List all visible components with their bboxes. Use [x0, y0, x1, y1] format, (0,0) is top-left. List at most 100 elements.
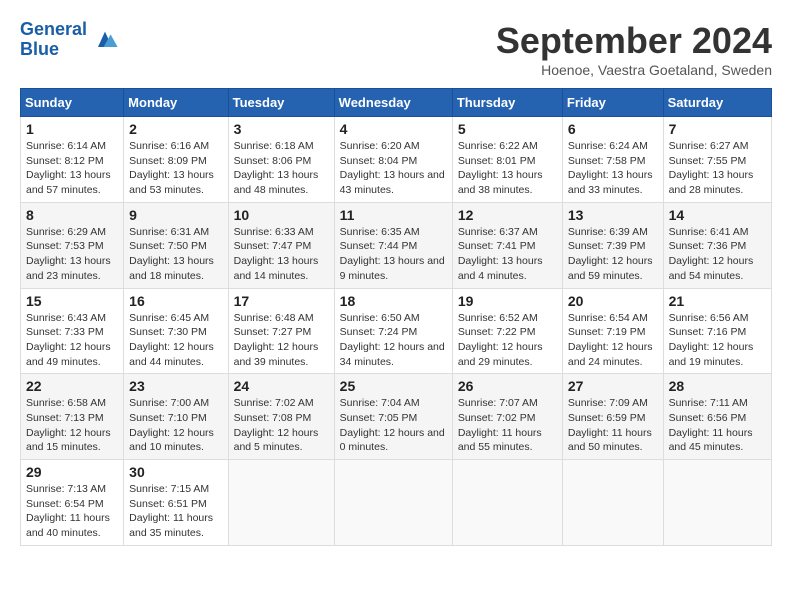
day-number: 7: [669, 121, 766, 137]
col-monday: Monday: [124, 89, 228, 117]
table-row: 18 Sunrise: 6:50 AMSunset: 7:24 PMDaylig…: [334, 288, 452, 374]
table-row: 26 Sunrise: 7:07 AMSunset: 7:02 PMDaylig…: [452, 374, 562, 460]
table-row: 4 Sunrise: 6:20 AMSunset: 8:04 PMDayligh…: [334, 117, 452, 203]
location: Hoenoe, Vaestra Goetaland, Sweden: [496, 62, 772, 78]
title-area: September 2024 Hoenoe, Vaestra Goetaland…: [496, 20, 772, 78]
day-number: 29: [26, 464, 118, 480]
day-number: 8: [26, 207, 118, 223]
table-row: 12 Sunrise: 6:37 AMSunset: 7:41 PMDaylig…: [452, 202, 562, 288]
col-friday: Friday: [562, 89, 663, 117]
table-row: 19 Sunrise: 6:52 AMSunset: 7:22 PMDaylig…: [452, 288, 562, 374]
day-detail: Sunrise: 6:48 AMSunset: 7:27 PMDaylight:…: [234, 312, 319, 368]
day-detail: Sunrise: 7:09 AMSunset: 6:59 PMDaylight:…: [568, 397, 652, 453]
day-detail: Sunrise: 6:43 AMSunset: 7:33 PMDaylight:…: [26, 312, 111, 368]
day-detail: Sunrise: 6:27 AMSunset: 7:55 PMDaylight:…: [669, 140, 754, 196]
table-row: 13 Sunrise: 6:39 AMSunset: 7:39 PMDaylig…: [562, 202, 663, 288]
table-row: [562, 460, 663, 546]
day-detail: Sunrise: 6:39 AMSunset: 7:39 PMDaylight:…: [568, 226, 653, 282]
day-detail: Sunrise: 6:31 AMSunset: 7:50 PMDaylight:…: [129, 226, 214, 282]
day-detail: Sunrise: 6:41 AMSunset: 7:36 PMDaylight:…: [669, 226, 754, 282]
col-sunday: Sunday: [21, 89, 124, 117]
table-row: 30 Sunrise: 7:15 AMSunset: 6:51 PMDaylig…: [124, 460, 228, 546]
day-number: 11: [340, 207, 447, 223]
day-detail: Sunrise: 6:29 AMSunset: 7:53 PMDaylight:…: [26, 226, 111, 282]
table-row: 16 Sunrise: 6:45 AMSunset: 7:30 PMDaylig…: [124, 288, 228, 374]
table-row: 22 Sunrise: 6:58 AMSunset: 7:13 PMDaylig…: [21, 374, 124, 460]
day-number: 14: [669, 207, 766, 223]
table-row: 21 Sunrise: 6:56 AMSunset: 7:16 PMDaylig…: [663, 288, 771, 374]
calendar-week-0: 1 Sunrise: 6:14 AMSunset: 8:12 PMDayligh…: [21, 117, 772, 203]
day-detail: Sunrise: 6:54 AMSunset: 7:19 PMDaylight:…: [568, 312, 653, 368]
col-thursday: Thursday: [452, 89, 562, 117]
table-row: 17 Sunrise: 6:48 AMSunset: 7:27 PMDaylig…: [228, 288, 334, 374]
day-number: 30: [129, 464, 222, 480]
calendar-week-3: 22 Sunrise: 6:58 AMSunset: 7:13 PMDaylig…: [21, 374, 772, 460]
day-number: 9: [129, 207, 222, 223]
day-number: 27: [568, 378, 658, 394]
table-row: 8 Sunrise: 6:29 AMSunset: 7:53 PMDayligh…: [21, 202, 124, 288]
calendar-table: Sunday Monday Tuesday Wednesday Thursday…: [20, 88, 772, 546]
col-tuesday: Tuesday: [228, 89, 334, 117]
logo: GeneralBlue: [20, 20, 119, 60]
table-row: 2 Sunrise: 6:16 AMSunset: 8:09 PMDayligh…: [124, 117, 228, 203]
day-detail: Sunrise: 6:18 AMSunset: 8:06 PMDaylight:…: [234, 140, 319, 196]
day-detail: Sunrise: 6:52 AMSunset: 7:22 PMDaylight:…: [458, 312, 543, 368]
day-number: 4: [340, 121, 447, 137]
table-row: 25 Sunrise: 7:04 AMSunset: 7:05 PMDaylig…: [334, 374, 452, 460]
calendar-week-1: 8 Sunrise: 6:29 AMSunset: 7:53 PMDayligh…: [21, 202, 772, 288]
table-row: 20 Sunrise: 6:54 AMSunset: 7:19 PMDaylig…: [562, 288, 663, 374]
table-row: [452, 460, 562, 546]
day-number: 12: [458, 207, 557, 223]
calendar-week-4: 29 Sunrise: 7:13 AMSunset: 6:54 PMDaylig…: [21, 460, 772, 546]
day-detail: Sunrise: 6:20 AMSunset: 8:04 PMDaylight:…: [340, 140, 445, 196]
table-row: 5 Sunrise: 6:22 AMSunset: 8:01 PMDayligh…: [452, 117, 562, 203]
day-detail: Sunrise: 7:00 AMSunset: 7:10 PMDaylight:…: [129, 397, 214, 453]
day-detail: Sunrise: 6:45 AMSunset: 7:30 PMDaylight:…: [129, 312, 214, 368]
day-detail: Sunrise: 6:24 AMSunset: 7:58 PMDaylight:…: [568, 140, 653, 196]
table-row: [228, 460, 334, 546]
day-detail: Sunrise: 6:22 AMSunset: 8:01 PMDaylight:…: [458, 140, 543, 196]
table-row: 15 Sunrise: 6:43 AMSunset: 7:33 PMDaylig…: [21, 288, 124, 374]
table-row: 7 Sunrise: 6:27 AMSunset: 7:55 PMDayligh…: [663, 117, 771, 203]
table-row: 27 Sunrise: 7:09 AMSunset: 6:59 PMDaylig…: [562, 374, 663, 460]
table-row: 1 Sunrise: 6:14 AMSunset: 8:12 PMDayligh…: [21, 117, 124, 203]
table-row: 9 Sunrise: 6:31 AMSunset: 7:50 PMDayligh…: [124, 202, 228, 288]
day-detail: Sunrise: 7:13 AMSunset: 6:54 PMDaylight:…: [26, 483, 110, 539]
day-detail: Sunrise: 7:15 AMSunset: 6:51 PMDaylight:…: [129, 483, 213, 539]
day-number: 21: [669, 293, 766, 309]
day-detail: Sunrise: 6:14 AMSunset: 8:12 PMDaylight:…: [26, 140, 111, 196]
month-title: September 2024: [496, 20, 772, 62]
day-detail: Sunrise: 6:50 AMSunset: 7:24 PMDaylight:…: [340, 312, 445, 368]
day-detail: Sunrise: 7:07 AMSunset: 7:02 PMDaylight:…: [458, 397, 542, 453]
day-detail: Sunrise: 6:33 AMSunset: 7:47 PMDaylight:…: [234, 226, 319, 282]
day-number: 17: [234, 293, 329, 309]
day-number: 6: [568, 121, 658, 137]
day-number: 3: [234, 121, 329, 137]
day-number: 20: [568, 293, 658, 309]
col-saturday: Saturday: [663, 89, 771, 117]
logo-text: GeneralBlue: [20, 20, 87, 60]
day-number: 19: [458, 293, 557, 309]
day-detail: Sunrise: 6:37 AMSunset: 7:41 PMDaylight:…: [458, 226, 543, 282]
table-row: 24 Sunrise: 7:02 AMSunset: 7:08 PMDaylig…: [228, 374, 334, 460]
day-number: 2: [129, 121, 222, 137]
table-row: 29 Sunrise: 7:13 AMSunset: 6:54 PMDaylig…: [21, 460, 124, 546]
table-row: 3 Sunrise: 6:18 AMSunset: 8:06 PMDayligh…: [228, 117, 334, 203]
table-row: 10 Sunrise: 6:33 AMSunset: 7:47 PMDaylig…: [228, 202, 334, 288]
table-row: 28 Sunrise: 7:11 AMSunset: 6:56 PMDaylig…: [663, 374, 771, 460]
day-detail: Sunrise: 6:56 AMSunset: 7:16 PMDaylight:…: [669, 312, 754, 368]
table-row: [334, 460, 452, 546]
day-detail: Sunrise: 7:04 AMSunset: 7:05 PMDaylight:…: [340, 397, 445, 453]
day-detail: Sunrise: 6:35 AMSunset: 7:44 PMDaylight:…: [340, 226, 445, 282]
table-row: 11 Sunrise: 6:35 AMSunset: 7:44 PMDaylig…: [334, 202, 452, 288]
day-number: 25: [340, 378, 447, 394]
day-number: 28: [669, 378, 766, 394]
table-row: [663, 460, 771, 546]
table-row: 23 Sunrise: 7:00 AMSunset: 7:10 PMDaylig…: [124, 374, 228, 460]
day-number: 22: [26, 378, 118, 394]
day-number: 13: [568, 207, 658, 223]
day-number: 10: [234, 207, 329, 223]
day-number: 15: [26, 293, 118, 309]
table-row: 14 Sunrise: 6:41 AMSunset: 7:36 PMDaylig…: [663, 202, 771, 288]
day-detail: Sunrise: 6:16 AMSunset: 8:09 PMDaylight:…: [129, 140, 214, 196]
